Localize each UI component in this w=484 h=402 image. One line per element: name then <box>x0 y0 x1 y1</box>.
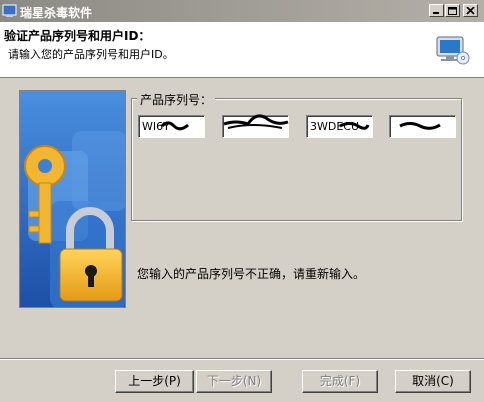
minimize-button[interactable] <box>429 4 444 17</box>
close-icon <box>466 7 475 15</box>
serial-field-3[interactable]: 3WDECU <box>306 115 373 138</box>
next-button[interactable]: 下一步(N) <box>196 370 272 393</box>
maximize-button[interactable] <box>445 4 460 17</box>
monitor-cd-icon <box>436 36 470 65</box>
serial-field-1[interactable]: WI6Y <box>138 115 205 138</box>
app-icon <box>2 3 18 19</box>
minimize-icon <box>433 12 439 14</box>
close-button[interactable] <box>463 4 478 17</box>
serial-field-4[interactable] <box>389 115 456 138</box>
error-message: 您输入的产品序列号不正确，请重新输入。 <box>137 267 366 281</box>
button-separator <box>0 358 484 360</box>
wizard-header: 验证产品序列号和用户ID： 请输入您的产品序列号和用户ID。 <box>0 22 484 78</box>
title-bar[interactable]: 瑞星杀毒软件 <box>0 0 484 22</box>
maximize-icon <box>448 7 457 15</box>
header-title: 验证产品序列号和用户ID： <box>4 29 151 43</box>
cancel-button[interactable]: 取消(C) <box>395 370 471 393</box>
finish-button[interactable]: 完成(F) <box>302 370 378 393</box>
window-title: 瑞星杀毒软件 <box>20 6 93 20</box>
serial-field-2[interactable] <box>222 115 289 138</box>
serial-group-label: 产品序列号： <box>137 91 216 108</box>
back-button[interactable]: 上一步(P) <box>115 370 194 393</box>
key-lock-image <box>19 90 126 308</box>
header-subtitle: 请输入您的产品序列号和用户ID。 <box>8 48 174 61</box>
